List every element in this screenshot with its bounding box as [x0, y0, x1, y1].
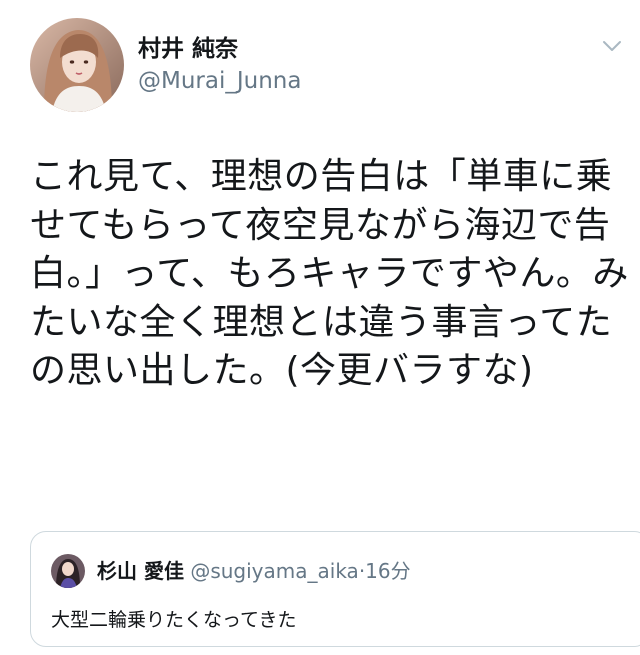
author-avatar[interactable] [30, 18, 124, 112]
quoted-timestamp: 16分 [365, 559, 411, 583]
quoted-author-avatar-image [51, 554, 85, 588]
quoted-tweet[interactable]: 杉山 愛佳 @sugiyama_aika·16分 大型二輪乗りたくなってきた [30, 531, 640, 647]
author-names: 村井 純奈 @Murai_Junna [138, 34, 301, 96]
quoted-author-avatar [51, 554, 85, 588]
quoted-handle: @sugiyama_aika [190, 559, 359, 583]
quoted-tweet-text: 大型二輪乗りたくなってきた [51, 609, 297, 631]
author-handle[interactable]: @Murai_Junna [138, 66, 301, 96]
chevron-down-icon[interactable] [600, 34, 624, 58]
tweet-header: 村井 純奈 @Murai_Junna [30, 18, 610, 114]
tweet-text: これ見て、理想の告白は「単車に乗せてもらって夜空見ながら海辺で告白。」って、もろ… [30, 156, 629, 391]
quoted-tweet-meta: 杉山 愛佳 @sugiyama_aika·16分 [97, 556, 411, 586]
quoted-display-name: 杉山 愛佳 [97, 559, 184, 583]
tweet[interactable]: 村井 純奈 @Murai_Junna これ見て、理想の告白は「単車に乗せてもらっ… [0, 0, 640, 655]
author-avatar-image [30, 18, 124, 112]
author-display-name[interactable]: 村井 純奈 [138, 34, 301, 64]
